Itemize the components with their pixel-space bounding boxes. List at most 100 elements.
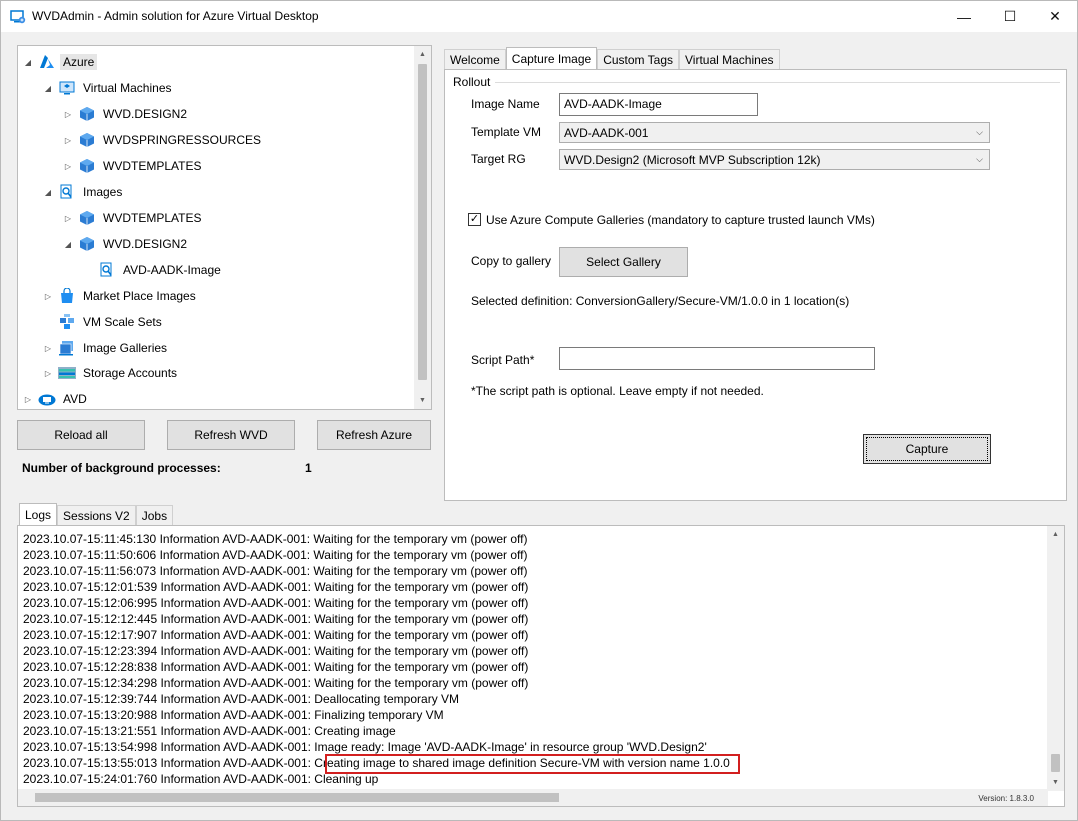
tab-jobs[interactable]: Jobs	[135, 505, 174, 525]
expanded-arrow-icon[interactable]: ◢	[42, 188, 54, 197]
tab-sessions-v2[interactable]: Sessions V2	[57, 505, 136, 525]
tree-node-vm-scale-sets[interactable]: VM Scale Sets	[42, 312, 165, 332]
marketplace-icon	[58, 288, 76, 304]
image-name-label: Image Name	[471, 97, 540, 111]
highlight-annotation	[325, 754, 740, 774]
tree-node-azure[interactable]: ◢ Azure	[22, 52, 98, 72]
tree-node-storage-accounts[interactable]: ▷ Storage Accounts	[42, 363, 180, 383]
target-rg-label: Target RG	[471, 152, 526, 166]
script-path-input[interactable]	[559, 347, 875, 370]
scroll-down-icon[interactable]: ▼	[1047, 774, 1064, 791]
virtual-machines-icon	[58, 80, 76, 96]
background-processes-count: 1	[305, 461, 312, 475]
collapsed-arrow-icon[interactable]: ▷	[62, 136, 74, 145]
collapsed-arrow-icon[interactable]: ▷	[42, 292, 54, 301]
log-line: 2023.10.07-15:11:45:130 Information AVD-…	[23, 532, 528, 546]
log-line: 2023.10.07-15:11:50:606 Information AVD-…	[23, 548, 528, 562]
log-horizontal-scrollbar[interactable]	[18, 789, 1048, 806]
app-window: WVDAdmin - Admin solution for Azure Virt…	[0, 0, 1078, 821]
window-title: WVDAdmin - Admin solution for Azure Virt…	[32, 9, 319, 23]
image-name-input[interactable]: AVD-AADK-Image	[559, 93, 758, 116]
minimize-icon: —	[957, 8, 971, 25]
cube-icon	[78, 106, 96, 122]
minimize-button[interactable]: —	[941, 1, 987, 32]
select-gallery-button[interactable]: Select Gallery	[559, 247, 688, 277]
tab-virtual-machines[interactable]: Virtual Machines	[679, 49, 780, 69]
resource-tree[interactable]: ◢ Azure ◢ Virtual Machines ▷ WVD.DESIGN2…	[17, 45, 432, 410]
tree-vertical-scrollbar[interactable]: ▲ ▼	[414, 46, 431, 409]
scroll-down-icon[interactable]: ▼	[414, 392, 431, 409]
rollout-group-label: Rollout	[453, 75, 491, 89]
use-gallery-label[interactable]: Use Azure Compute Galleries (mandatory t…	[486, 213, 875, 227]
scroll-thumb[interactable]	[418, 64, 427, 380]
maximize-icon: ☐	[1003, 8, 1017, 24]
storage-icon	[58, 365, 76, 381]
scale-sets-icon	[58, 314, 76, 330]
capture-button[interactable]: Capture	[863, 434, 991, 464]
scroll-up-icon[interactable]: ▲	[1047, 526, 1064, 543]
log-line: 2023.10.07-15:13:54:998 Information AVD-…	[23, 740, 707, 754]
collapsed-arrow-icon[interactable]: ▷	[62, 214, 74, 223]
title-bar: WVDAdmin - Admin solution for Azure Virt…	[1, 1, 1077, 32]
app-logo-icon	[10, 9, 26, 25]
log-line: 2023.10.07-15:12:34:298 Information AVD-…	[23, 676, 529, 690]
tree-node-vm-wvd-design2[interactable]: ▷ WVD.DESIGN2	[62, 104, 190, 124]
log-line: 2023.10.07-15:12:39:744 Information AVD-…	[23, 692, 460, 706]
tab-welcome[interactable]: Welcome	[444, 49, 506, 69]
chevron-down-icon: ⌵	[976, 127, 983, 137]
bottom-tabs: Logs Sessions V2 Jobs	[19, 503, 174, 526]
tab-capture-image[interactable]: Capture Image	[505, 47, 598, 70]
tree-node-virtual-machines[interactable]: ◢ Virtual Machines	[42, 78, 175, 98]
tree-node-vm-wvdtemplates[interactable]: ▷ WVDTEMPLATES	[62, 156, 204, 176]
group-divider	[495, 82, 1060, 83]
tab-custom-tags[interactable]: Custom Tags	[597, 49, 679, 69]
script-path-label: Script Path*	[471, 353, 535, 367]
log-line: 2023.10.07-15:12:01:539 Information AVD-…	[23, 580, 529, 594]
target-rg-select[interactable]: WVD.Design2 (Microsoft MVP Subscription …	[559, 149, 990, 170]
scroll-thumb[interactable]	[35, 793, 559, 802]
tree-node-image-galleries[interactable]: ▷ Image Galleries	[42, 338, 170, 358]
log-vertical-scrollbar[interactable]: ▲ ▼	[1047, 526, 1064, 791]
expanded-arrow-icon[interactable]: ◢	[22, 58, 34, 67]
refresh-azure-button[interactable]: Refresh Azure	[317, 420, 431, 450]
capture-image-panel: Rollout Image Name AVD-AADK-Image Templa…	[444, 69, 1067, 501]
expanded-arrow-icon[interactable]: ◢	[62, 240, 74, 249]
tree-node-img-wvdtemplates[interactable]: ▷ WVDTEMPLATES	[62, 208, 204, 228]
collapsed-arrow-icon[interactable]: ▷	[22, 395, 34, 404]
tree-node-avd[interactable]: ▷ AVD	[22, 389, 90, 409]
target-rg-value: WVD.Design2 (Microsoft MVP Subscription …	[564, 153, 821, 167]
version-label: Version: 1.8.3.0	[978, 794, 1034, 803]
use-gallery-checkbox[interactable]: ✓	[468, 213, 481, 226]
cube-icon	[78, 210, 96, 226]
collapsed-arrow-icon[interactable]: ▷	[42, 344, 54, 353]
checkmark-icon: ✓	[469, 213, 480, 225]
tab-logs[interactable]: Logs	[19, 503, 58, 526]
reload-all-button[interactable]: Reload all	[17, 420, 145, 450]
background-processes-label: Number of background processes:	[22, 461, 221, 475]
log-line: 2023.10.07-15:12:06:995 Information AVD-…	[23, 596, 529, 610]
scroll-thumb[interactable]	[1051, 754, 1060, 772]
close-icon: ✕	[1049, 8, 1061, 24]
scroll-up-icon[interactable]: ▲	[414, 46, 431, 63]
collapsed-arrow-icon[interactable]: ▷	[62, 110, 74, 119]
tree-node-img-wvd-design2[interactable]: ◢ WVD.DESIGN2	[62, 234, 190, 254]
cube-icon	[78, 132, 96, 148]
tree-node-images[interactable]: ◢ Images	[42, 182, 125, 202]
log-list[interactable]: 2023.10.07-15:11:45:130 Information AVD-…	[17, 525, 1065, 807]
tree-node-avd-aadk-image[interactable]: AVD-AADK-Image	[82, 260, 224, 280]
log-line: 2023.10.07-15:13:21:551 Information AVD-…	[23, 724, 396, 738]
cube-icon	[78, 236, 96, 252]
script-path-note: *The script path is optional. Leave empt…	[471, 384, 764, 398]
log-line: 2023.10.07-15:11:56:073 Information AVD-…	[23, 564, 528, 578]
template-vm-value: AVD-AADK-001	[564, 126, 649, 140]
log-line: 2023.10.07-15:12:17:907 Information AVD-…	[23, 628, 529, 642]
collapsed-arrow-icon[interactable]: ▷	[42, 369, 54, 378]
tree-node-market-place-images[interactable]: ▷ Market Place Images	[42, 286, 199, 306]
template-vm-select[interactable]: AVD-AADK-001 ⌵	[559, 122, 990, 143]
close-button[interactable]: ✕	[1032, 1, 1078, 32]
refresh-wvd-button[interactable]: Refresh WVD	[167, 420, 295, 450]
tree-node-vm-wvdspringressources[interactable]: ▷ WVDSPRINGRESSOURCES	[62, 130, 264, 150]
maximize-button[interactable]: ☐	[987, 1, 1033, 32]
collapsed-arrow-icon[interactable]: ▷	[62, 162, 74, 171]
expanded-arrow-icon[interactable]: ◢	[42, 84, 54, 93]
